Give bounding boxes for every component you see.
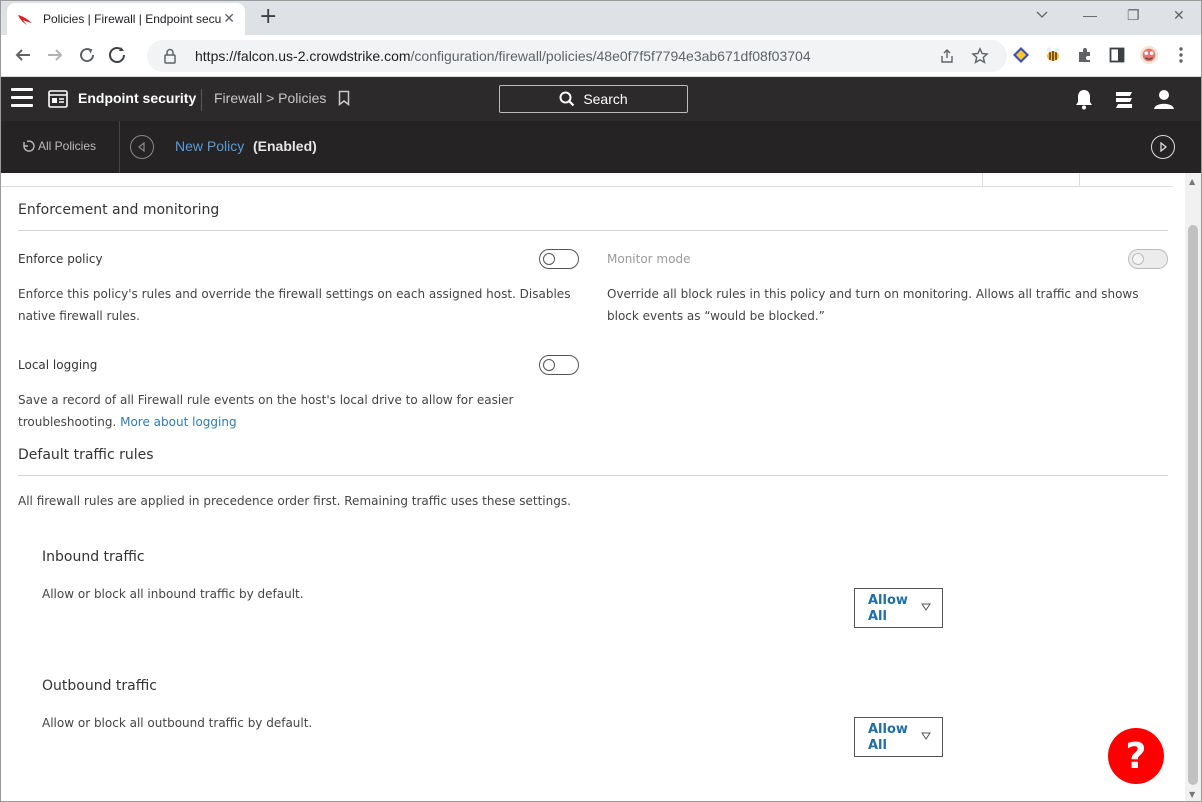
app-header: Endpoint security Firewall > Policies Se… (1, 77, 1201, 121)
default-traffic-section-title: Default traffic rules (18, 447, 154, 463)
browser-tab[interactable]: Policies | Firewall | Endpoint secu ✕ (7, 3, 245, 35)
section-divider (18, 230, 1168, 231)
dropdown-caret-icon (921, 603, 931, 611)
tab-title: Policies | Firewall | Endpoint secu (43, 12, 222, 26)
restore-icon[interactable]: ❐ (1127, 7, 1140, 24)
bookmark-star-icon[interactable] (971, 47, 989, 65)
outbound-traffic-description: Allow or block all outbound traffic by d… (42, 716, 313, 730)
extensions-puzzle-icon[interactable] (1075, 45, 1095, 65)
outbound-traffic-select[interactable]: Allow All (854, 717, 943, 757)
policy-status: (Enabled) (253, 138, 317, 154)
undo-arrow-icon (23, 140, 35, 152)
minimize-icon[interactable]: — (1083, 7, 1097, 23)
next-policy-button[interactable] (1151, 135, 1175, 159)
profile-avatar-icon[interactable] (1139, 45, 1159, 65)
all-policies-label: All Policies (38, 139, 97, 153)
forward-arrow-icon[interactable] (43, 43, 67, 67)
extension-diamond-icon[interactable] (1011, 45, 1031, 65)
enforce-policy-description: Enforce this policy's rules and override… (18, 287, 571, 323)
scroll-up-arrow-icon[interactable]: ▲ (1189, 177, 1195, 186)
monitor-mode-description: Override all block rules in this policy … (607, 287, 1139, 323)
header-divider (201, 89, 202, 111)
breadcrumb[interactable]: Firewall > Policies (214, 90, 326, 106)
section-divider (18, 475, 1168, 476)
outbound-traffic-value: Allow All (868, 722, 908, 753)
all-policies-link[interactable]: All Policies (21, 139, 96, 153)
content-scrollbar[interactable]: ▲ ▼ (1185, 173, 1201, 801)
inbound-traffic-select[interactable]: Allow All (854, 588, 943, 628)
previous-policy-button[interactable] (130, 135, 154, 159)
monitor-mode-toggle[interactable] (1128, 249, 1168, 269)
tab-strip: Policies | Firewall | Endpoint secu ✕ + … (1, 1, 1201, 35)
dropdown-caret-icon (921, 732, 931, 740)
lock-icon[interactable] (163, 48, 177, 64)
user-account-icon[interactable] (1153, 88, 1175, 110)
scrollbar-thumb[interactable] (1188, 225, 1198, 785)
inbound-traffic-value: Allow All (868, 593, 908, 624)
triangle-right-icon (1160, 142, 1168, 152)
triangle-left-icon (138, 142, 145, 152)
endpoint-security-icon (48, 90, 68, 108)
search-icon (559, 91, 575, 107)
extension-bee-icon[interactable] (1043, 45, 1063, 65)
url-text: https://falcon.us-2.crowdstrike.com/conf… (195, 48, 815, 64)
policy-name[interactable]: New Policy (175, 138, 244, 154)
policy-settings-content: Enforcement and monitoring Enforce polic… (1, 173, 1185, 801)
crowdstrike-falcon-icon (18, 15, 32, 25)
top-table-strip (1, 173, 1173, 187)
notification-bell-icon[interactable] (1073, 88, 1095, 110)
policy-subheader: All Policies New Policy (Enabled) (1, 121, 1201, 173)
window-close-icon[interactable]: ✕ (1173, 7, 1185, 24)
tab-search-chevron-icon[interactable] (1035, 7, 1049, 24)
back-arrow-icon[interactable] (11, 43, 35, 67)
monitor-mode-label: Monitor mode (607, 252, 691, 266)
outbound-traffic-title: Outbound traffic (42, 678, 157, 694)
enforce-policy-toggle[interactable] (539, 249, 579, 269)
enforce-policy-label: Enforce policy (18, 252, 103, 266)
browser-window: Policies | Firewall | Endpoint secu ✕ + … (0, 0, 1202, 802)
enforcement-section-title: Enforcement and monitoring (18, 202, 220, 218)
local-logging-label: Local logging (18, 358, 98, 372)
inbound-traffic-title: Inbound traffic (42, 549, 145, 565)
inbound-traffic-description: Allow or block all inbound traffic by de… (42, 587, 304, 601)
url-domain: https://falcon.us-2.crowdstrike.com (195, 48, 411, 64)
scroll-down-arrow-icon[interactable]: ▼ (1189, 790, 1195, 799)
address-bar[interactable]: https://falcon.us-2.crowdstrike.com/conf… (147, 40, 1007, 72)
browser-menu-icon[interactable] (1171, 45, 1191, 65)
default-traffic-description: All firewall rules are applied in preced… (18, 494, 571, 508)
hamburger-menu-icon[interactable] (11, 88, 33, 108)
reload-icon[interactable] (75, 43, 99, 67)
tab-close-icon[interactable]: ✕ (223, 11, 235, 27)
url-path: /configuration/firewall/policies/48e0f7f… (410, 48, 811, 64)
side-panel-icon[interactable] (1107, 45, 1127, 65)
more-about-logging-link[interactable]: More about logging (120, 415, 236, 429)
new-tab-icon[interactable]: + (259, 5, 277, 29)
browser-toolbar: https://falcon.us-2.crowdstrike.com/conf… (1, 35, 1201, 77)
subheader-divider (119, 121, 120, 173)
support-stack-icon[interactable] (1113, 88, 1135, 110)
loading-icon (105, 43, 129, 67)
local-logging-description: Save a record of all Firewall rule event… (18, 393, 514, 429)
search-button[interactable]: Search (499, 85, 688, 113)
search-label: Search (583, 91, 628, 107)
help-button[interactable]: ? (1108, 728, 1164, 784)
bookmark-icon[interactable] (338, 90, 350, 106)
local-logging-toggle[interactable] (539, 355, 579, 375)
share-icon[interactable] (939, 48, 955, 64)
product-name[interactable]: Endpoint security (78, 90, 196, 106)
